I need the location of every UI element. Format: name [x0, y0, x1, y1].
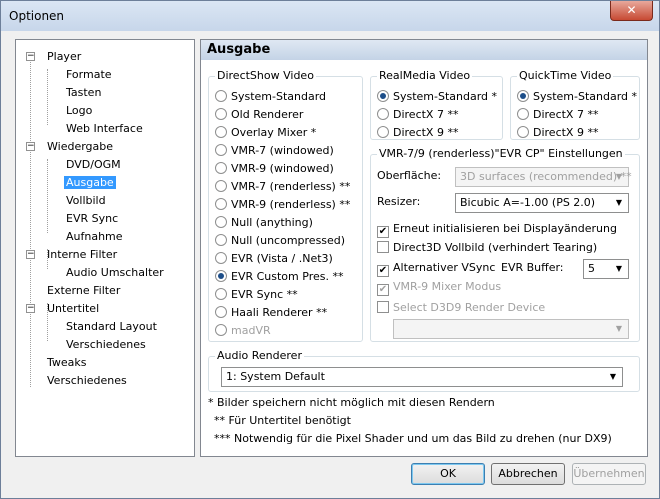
cancel-button[interactable]: Abbrechen — [491, 463, 565, 485]
resizer-label: Resizer: — [377, 195, 421, 208]
tree-item-logo[interactable]: Logo — [66, 103, 92, 119]
chevron-down-icon: ▼ — [615, 198, 623, 207]
evr-buffer-select[interactable]: 5 ▼ — [583, 259, 629, 279]
options-window: Optionen ✕ − Player Formate Tasten Logo W… — [0, 0, 660, 499]
chevron-down-icon: ▼ — [609, 372, 617, 381]
chevron-down-icon: ▼ — [615, 172, 623, 181]
ds-null-anything-radio[interactable]: Null (anything) — [215, 215, 313, 231]
ds-evr-vista-radio[interactable]: EVR (Vista / .Net3) — [215, 251, 333, 267]
resizer-select[interactable]: Bicubic A=-1.00 (PS 2.0) ▼ — [455, 193, 629, 213]
collapse-icon[interactable]: − — [26, 304, 35, 313]
ds-vmr7-renderless-radio[interactable]: VMR-7 (renderless) ** — [215, 179, 350, 195]
ok-button[interactable]: OK — [411, 463, 485, 485]
tree-item-verschiedenes[interactable]: Verschiedenes — [47, 373, 127, 389]
audio-renderer-label: Audio Renderer — [215, 349, 304, 362]
rm-system-standard-radio[interactable]: System-Standard * — [377, 89, 497, 105]
tree-item-interne-filter[interactable]: − Interne Filter — [26, 247, 117, 263]
collapse-icon[interactable]: − — [26, 52, 35, 61]
evr-buffer-label: EVR Buffer: — [501, 261, 564, 274]
close-button[interactable]: ✕ — [610, 1, 653, 21]
page-title: Ausgabe — [201, 40, 647, 60]
ds-old-renderer-radio[interactable]: Old Renderer — [215, 107, 303, 123]
apply-button: Übernehmen — [572, 463, 646, 485]
rm-directx9-radio[interactable]: DirectX 9 ** — [377, 125, 458, 141]
d3d-fullscreen-checkbox[interactable]: Direct3D Vollbild (verhindert Tearing) — [377, 240, 597, 256]
collapse-icon[interactable]: − — [26, 142, 35, 151]
dialog-client: − Player Formate Tasten Logo Web Interfac… — [8, 31, 652, 492]
tree-item-standard-layout[interactable]: Standard Layout — [66, 319, 157, 335]
title-bar: Optionen ✕ — [1, 1, 659, 31]
tree-item-vollbild[interactable]: Vollbild — [66, 193, 106, 209]
tree-item-evr-sync[interactable]: EVR Sync — [66, 211, 118, 227]
window-title: Optionen — [9, 9, 65, 23]
ds-null-uncompressed-radio[interactable]: Null (uncompressed) — [215, 233, 345, 249]
tree-item-tweaks[interactable]: Tweaks — [47, 355, 87, 371]
audio-renderer-group: Audio Renderer 1: System Default ▼ — [208, 349, 640, 392]
qt-directx9-radio[interactable]: DirectX 9 ** — [517, 125, 598, 141]
ds-vmr9-windowed-radio[interactable]: VMR-9 (windowed) — [215, 161, 334, 177]
tree-item-tasten[interactable]: Tasten — [66, 85, 101, 101]
tree-item-wiedergabe[interactable]: − Wiedergabe — [26, 139, 113, 155]
ds-evr-sync-radio[interactable]: EVR Sync ** — [215, 287, 298, 303]
audio-renderer-select[interactable]: 1: System Default ▼ — [221, 367, 623, 387]
surface-label: Oberfläche: — [377, 169, 442, 182]
collapse-icon[interactable]: − — [26, 250, 35, 259]
settings-panel: Ausgabe DirectShow Video System-Standard… — [200, 39, 648, 457]
rm-directx7-radio[interactable]: DirectX 7 ** — [377, 107, 458, 123]
ds-vmr9-renderless-radio[interactable]: VMR-9 (renderless) ** — [215, 197, 350, 213]
realmedia-group: RealMedia Video System-Standard * Direct… — [370, 69, 503, 141]
tree-item-dvd-ogm[interactable]: DVD/OGM — [66, 157, 121, 173]
ds-evr-custom-pres-radio[interactable]: EVR Custom Pres. ** — [215, 269, 343, 285]
tree-item-web-interface[interactable]: Web Interface — [66, 121, 143, 137]
note-1: * Bilder speichern nicht möglich mit die… — [208, 396, 495, 409]
ds-system-standard-radio[interactable]: System-Standard — [215, 89, 326, 105]
chevron-down-icon: ▼ — [615, 324, 623, 333]
surface-select: 3D surfaces (recommended) ** ▼ — [455, 167, 632, 187]
qt-system-standard-radio[interactable]: System-Standard * — [517, 89, 637, 105]
tree-item-verschiedenes-sub[interactable]: Verschiedenes — [66, 337, 146, 353]
note-2: ** Für Untertitel benötigt — [214, 414, 351, 427]
close-icon: ✕ — [626, 3, 637, 17]
quicktime-group: QuickTime Video System-Standard * Direct… — [510, 69, 640, 141]
vmr-settings-label: VMR-7/9 (renderless)"EVR CP" Einstellung… — [377, 147, 625, 160]
options-tree: − Player Formate Tasten Logo Web Interfac… — [15, 39, 195, 457]
note-3: *** Notwendig für die Pixel Shader und u… — [214, 432, 612, 445]
ds-haali-renderer-radio[interactable]: Haali Renderer ** — [215, 305, 327, 321]
vmr9-mixer-checkbox: ✔ VMR-9 Mixer Modus — [377, 280, 502, 296]
realmedia-label: RealMedia Video — [377, 69, 473, 82]
tree-item-aufnahme[interactable]: Aufnahme — [66, 229, 123, 245]
tree-item-untertitel[interactable]: − Untertitel — [26, 301, 99, 317]
reinit-checkbox[interactable]: ✔ Erneut initialisieren bei Displayänderu… — [377, 221, 617, 238]
tree-item-player[interactable]: − Player — [26, 49, 81, 65]
tree-item-formate[interactable]: Formate — [66, 67, 112, 83]
alt-vsync-checkbox[interactable]: ✔ Alternativer VSync — [377, 260, 495, 277]
tree-item-audio-umschalter[interactable]: Audio Umschalter — [66, 265, 164, 281]
ds-madvr-radio: madVR — [215, 323, 271, 339]
tree-item-externe-filter[interactable]: Externe Filter — [47, 283, 120, 299]
ds-vmr7-windowed-radio[interactable]: VMR-7 (windowed) — [215, 143, 334, 159]
directshow-group: DirectShow Video System-Standard Old Ren… — [208, 69, 363, 342]
chevron-down-icon: ▼ — [615, 264, 623, 273]
d3d9-device-select: ▼ — [393, 319, 629, 339]
tree-item-ausgabe[interactable]: Ausgabe — [64, 175, 116, 191]
select-d3d9-device-checkbox: Select D3D9 Render Device — [377, 300, 545, 316]
vmr-settings-group: VMR-7/9 (renderless)"EVR CP" Einstellung… — [370, 147, 640, 342]
qt-directx7-radio[interactable]: DirectX 7 ** — [517, 107, 598, 123]
quicktime-label: QuickTime Video — [517, 69, 614, 82]
directshow-label: DirectShow Video — [215, 69, 316, 82]
ds-overlay-mixer-radio[interactable]: Overlay Mixer * — [215, 125, 316, 141]
